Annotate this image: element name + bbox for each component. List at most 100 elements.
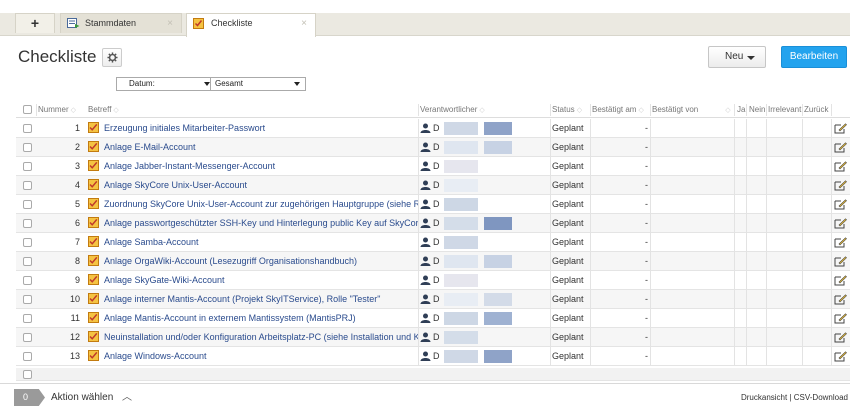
tab-bar: + Stammdaten × Checkliste × <box>0 0 850 37</box>
table-row[interactable]: 3 Anlage Jabber-Instant-Messenger-Account… <box>16 157 850 176</box>
tab-checkliste[interactable]: Checkliste × <box>186 13 316 37</box>
row-confirmed-at: - <box>645 313 648 323</box>
row-checkbox[interactable] <box>23 333 32 342</box>
column-header-verantwortlicher[interactable]: Verantwortlicher ◇ <box>420 105 485 114</box>
table-row[interactable]: 12 Neuinstallation und/oder Konfiguration… <box>16 328 850 347</box>
edit-icon[interactable] <box>834 313 847 324</box>
column-header-nein[interactable]: Nein <box>749 105 765 114</box>
redacted-name <box>444 255 478 268</box>
close-icon[interactable]: × <box>167 14 173 33</box>
table-row[interactable]: 9 Anlage SkyGate-Wiki-Account D Geplant - <box>16 271 850 290</box>
table-row[interactable]: 10 Anlage interner Mantis-Account (Projek… <box>16 290 850 309</box>
row-checkbox[interactable] <box>23 314 32 323</box>
row-checkbox[interactable] <box>23 238 32 247</box>
column-divider <box>831 290 832 309</box>
edit-icon[interactable] <box>834 142 847 153</box>
edit-icon[interactable] <box>834 161 847 172</box>
column-header-bestaetigt-am[interactable]: Bestätigt am ◇ <box>592 105 644 114</box>
user-icon <box>420 161 431 171</box>
row-subject-link[interactable]: Anlage passwortgeschützter SSH-Key und H… <box>88 214 418 233</box>
column-header-bestaetigt-von[interactable]: Bestätigt von ◇ <box>652 105 731 114</box>
row-subject-link[interactable]: Neuinstallation und/oder Konfiguration A… <box>88 328 418 347</box>
edit-icon[interactable] <box>834 332 847 343</box>
date-filter-select[interactable]: Datum: <box>116 77 216 91</box>
row-responsible: D <box>420 195 548 214</box>
row-checkbox[interactable] <box>23 200 32 209</box>
table-row[interactable]: 7 Anlage Samba-Account D Geplant - <box>16 233 850 252</box>
action-select[interactable]: Aktion wählen <box>51 389 113 406</box>
new-dropdown-button[interactable]: Neu <box>708 46 766 68</box>
row-subject-link[interactable]: Anlage Samba-Account <box>88 233 418 252</box>
column-header-betreff[interactable]: Betreff ◇ <box>88 105 119 114</box>
column-header-status[interactable]: Status ◇ <box>552 105 582 114</box>
table-row[interactable]: 2 Anlage E-Mail-Account D Geplant - <box>16 138 850 157</box>
edit-icon[interactable] <box>834 294 847 305</box>
select-all-checkbox[interactable] <box>23 105 32 114</box>
column-header-ja[interactable]: Ja <box>737 105 745 114</box>
row-checkbox[interactable] <box>23 295 32 304</box>
row-responsible: D <box>420 328 548 347</box>
checklist-icon <box>193 18 204 29</box>
row-subject-link[interactable]: Anlage SkyCore Unix-User-Account <box>88 176 418 195</box>
column-divider <box>590 309 591 328</box>
redacted-name <box>444 350 478 363</box>
user-icon <box>420 313 431 323</box>
row-subject-link[interactable]: Zuordnung SkyCore Unix-User-Account zur … <box>88 195 418 214</box>
chevron-up-icon[interactable]: ︿ <box>122 389 132 406</box>
row-subject-link[interactable]: Anlage Mantis-Account in externem Mantis… <box>88 309 418 328</box>
redacted-name <box>444 274 478 287</box>
export-links[interactable]: Druckansicht | CSV-Download <box>741 390 848 405</box>
row-checkbox[interactable] <box>23 276 32 285</box>
column-divider <box>746 138 747 157</box>
row-checkbox[interactable] <box>23 181 32 190</box>
settings-button[interactable] <box>102 48 122 67</box>
column-header-zurueck[interactable]: Zurück <box>804 105 828 114</box>
column-divider <box>590 214 591 233</box>
row-subject-link[interactable]: Anlage E-Mail-Account <box>88 138 418 157</box>
row-checkbox[interactable] <box>23 143 32 152</box>
column-divider <box>766 347 767 366</box>
table-row[interactable]: 1 Erzeugung initiales Mitarbeiter-Passwor… <box>16 119 850 138</box>
column-divider <box>590 195 591 214</box>
row-subject-link[interactable]: Anlage interner Mantis-Account (Projekt … <box>88 290 418 309</box>
row-checkbox[interactable] <box>23 352 32 361</box>
column-divider <box>746 195 747 214</box>
column-divider <box>418 271 419 290</box>
row-subject-link[interactable]: Erzeugung initiales Mitarbeiter-Passwort <box>88 119 418 138</box>
edit-icon[interactable] <box>834 237 847 248</box>
row-subject-link[interactable]: Anlage Windows-Account <box>88 347 418 366</box>
row-status: Geplant <box>552 256 584 266</box>
edit-icon[interactable] <box>834 180 847 191</box>
table-row[interactable]: 5 Zuordnung SkyCore Unix-User-Account zur… <box>16 195 850 214</box>
table-row[interactable]: 6 Anlage passwortgeschützter SSH-Key und … <box>16 214 850 233</box>
row-checkbox[interactable] <box>23 257 32 266</box>
column-header-nummer[interactable]: Nummer ◇ <box>38 105 76 114</box>
edit-icon[interactable] <box>834 123 847 134</box>
table-row[interactable]: 13 Anlage Windows-Account D Geplant - <box>16 347 850 366</box>
edit-icon[interactable] <box>834 351 847 362</box>
row-checkbox[interactable] <box>23 162 32 171</box>
edit-icon[interactable] <box>834 199 847 210</box>
edit-icon[interactable] <box>834 256 847 267</box>
row-checkbox[interactable] <box>23 219 32 228</box>
table-row[interactable]: 11 Anlage Mantis-Account in externem Mant… <box>16 309 850 328</box>
edit-icon[interactable] <box>834 218 847 229</box>
column-header-irrelevant[interactable]: Irrelevant <box>768 105 801 114</box>
edit-icon[interactable] <box>834 275 847 286</box>
row-subject-link[interactable]: Anlage Jabber-Instant-Messenger-Account <box>88 157 418 176</box>
row-status: Geplant <box>552 142 584 152</box>
row-subject-link[interactable]: Anlage SkyGate-Wiki-Account <box>88 271 418 290</box>
close-icon[interactable]: × <box>301 14 307 33</box>
row-subject-link[interactable]: Anlage OrgaWiki-Account (Lesezugriff Org… <box>88 252 418 271</box>
edit-button[interactable]: Bearbeiten <box>781 46 847 68</box>
row-number: 6 <box>74 218 80 228</box>
table-row[interactable]: 4 Anlage SkyCore Unix-User-Account D Geplan… <box>16 176 850 195</box>
scope-filter-select[interactable]: Gesamt <box>210 77 306 91</box>
new-tab-button[interactable]: + <box>15 13 55 33</box>
row-checkbox[interactable] <box>23 370 32 379</box>
checklist-item-icon <box>88 141 99 153</box>
row-checkbox[interactable] <box>23 124 32 133</box>
row-status: Geplant <box>552 180 584 190</box>
tab-stammdaten[interactable]: Stammdaten × <box>60 13 182 33</box>
table-row[interactable]: 8 Anlage OrgaWiki-Account (Lesezugriff Or… <box>16 252 850 271</box>
